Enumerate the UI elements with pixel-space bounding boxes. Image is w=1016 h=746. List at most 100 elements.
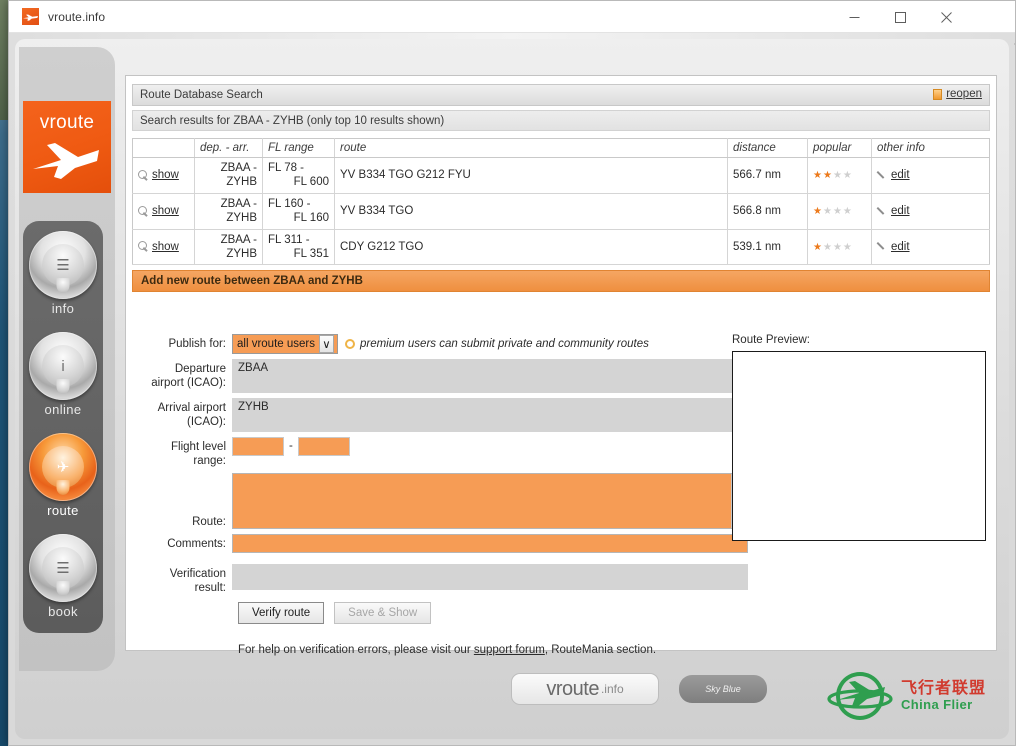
window-restore-icon [933,88,943,100]
show-cell[interactable]: show [132,193,195,230]
route-cell: YV B334 TGO G212 FYU [334,157,728,194]
document-icon: ☰ [56,256,70,274]
maximize-button[interactable] [877,1,923,33]
close-icon [940,11,952,23]
fl-range-cell: FL 78 - FL 600 [262,157,335,194]
window-title: vroute.info [48,9,106,24]
globe-plane-icon [827,672,893,720]
publish-for-select[interactable]: all vroute users ∨ [232,334,338,354]
chevron-down-icon[interactable]: ∨ [318,335,334,353]
show-cell[interactable]: show [132,157,195,194]
reopen-link[interactable]: reopen [946,88,982,100]
skyblue-sponsor-logo: Sky Blue [679,675,767,703]
flight-level-to-input[interactable] [297,437,350,456]
edit-link[interactable]: edit [891,169,910,181]
reopen-control[interactable]: reopen [933,88,982,100]
star-icon: ★ [813,170,823,182]
search-icon [138,205,149,217]
arrival-airport-field[interactable]: ZYHB [232,398,748,432]
support-forum-link[interactable]: support forum [474,644,545,656]
other-info-cell[interactable]: edit [871,229,990,266]
info-icon: i [61,357,65,375]
comments-input[interactable] [232,534,748,554]
pencil-icon [877,170,888,181]
col-fl-range: FL range [262,138,335,158]
show-link[interactable]: show [152,169,179,181]
flight-level-from-input[interactable] [232,437,284,456]
flight-level-separator: - [289,440,293,452]
watermark-chinese: 飞行者联盟 [901,679,987,697]
star-rating: ★★★★ [813,206,853,217]
minimize-button[interactable] [831,1,877,33]
show-cell[interactable]: show [132,229,195,266]
fl-line2: FL 351 [293,247,329,260]
pencil-icon [877,241,888,252]
dep-line1: ZBAA - [220,233,257,246]
verify-route-button[interactable]: Verify route [238,602,325,625]
star-icon: ★ [822,170,833,182]
fl-label-line2: range: [193,455,226,468]
col-distance: distance [727,138,808,158]
publish-for-row: Publish for: all vroute users ∨ premium … [132,334,748,354]
other-info-cell[interactable]: edit [871,193,990,230]
other-info-cell[interactable]: edit [871,157,990,194]
sidebar-item-online[interactable]: i online [23,328,103,431]
star-rating: ★★★★ [813,170,853,181]
china-flier-watermark: 飞行者联盟 China Flier [823,659,1003,733]
star-icon: ★ [822,241,833,253]
comments-label: Comments: [167,538,226,551]
dep-line1: ZBAA - [220,162,257,174]
route-preview-canvas[interactable] [732,351,986,541]
close-button[interactable] [923,1,969,33]
table-row: show ZBAA - ZYHB FL 78 - FL 600 YV B334 TGO G… [132,157,990,194]
sidebar-item-info[interactable]: ☰ info [23,227,103,330]
verification-row: Verification result: [132,564,748,595]
departure-label-line2: airport (ICAO): [151,377,226,390]
edit-link[interactable]: edit [891,241,910,253]
main-content-panel: Route Database Search reopen Search resu… [125,75,997,656]
sidebar-item-label: route [47,503,79,518]
add-route-form: Publish for: all vroute users ∨ premium … [132,334,990,656]
show-link[interactable]: show [152,241,179,253]
help-suffix: , RouteMania section. [544,644,657,657]
arrival-label-line2: (ICAO): [187,416,226,429]
route-results-table: dep. - arr. FL range route distance popu… [132,138,990,266]
star-icon: ★ [813,241,823,253]
fl-range-cell: FL 160 - FL 160 [262,193,335,230]
table-row: show ZBAA - ZYHB FL 160 - FL 160 YV B334 TGO 5… [132,193,990,230]
search-icon [138,169,149,181]
departure-label-line1: Departure [174,363,226,375]
fl-line1: FL 160 - [268,197,311,210]
app-chrome-frame: vroute ☰ info i online ✈ route ☰ book Ro… [9,33,1015,745]
departure-airport-label: Departure airport (ICAO): [132,359,232,390]
departure-airport-field[interactable]: ZBAA [232,359,748,393]
route-textarea[interactable]: ∧ ∨ [232,473,748,530]
search-results-summary-bar: Search results for ZBAA - ZYHB (only top… [132,110,990,131]
save-and-show-button: Save & Show [334,602,432,625]
route-label: Route: [192,516,226,529]
star-icon: ★ [842,170,853,182]
publish-for-value: all vroute users [237,338,315,350]
star-rating: ★★★★ [813,242,853,253]
edit-link[interactable]: edit [891,205,910,217]
star-icon: ★ [813,206,823,218]
form-buttons: Verify route Save & Show [238,602,748,625]
show-link[interactable]: show [152,205,179,217]
vroute-logo-icon [22,8,39,25]
sidebar-item-label: book [48,604,78,619]
verification-label-line1: Verification [169,568,226,581]
route-row: Route: ∧ ∨ [132,473,748,530]
sidebar-item-book[interactable]: ☰ book [23,530,103,633]
sidebar-item-route[interactable]: ✈ route [23,429,103,532]
application-window: vroute.info vroute ☰ info i online ✈ rou… [8,0,1016,746]
route-cell: YV B334 TGO [334,193,728,230]
sidebar-nav: ☰ info i online ✈ route ☰ book [23,221,103,633]
vroute-footer-tld: .info [600,682,624,696]
star-icon: ★ [832,241,843,253]
vroute-footer-logo: vroute .info [511,673,659,705]
sidebar-item-label: online [44,402,82,417]
add-route-title: Add new route between ZBAA and ZYHB [141,275,363,288]
distance-cell: 566.8 nm [727,193,808,230]
route-preview-panel: Route Preview: [732,334,986,541]
route-preview-label: Route Preview: [732,334,810,346]
